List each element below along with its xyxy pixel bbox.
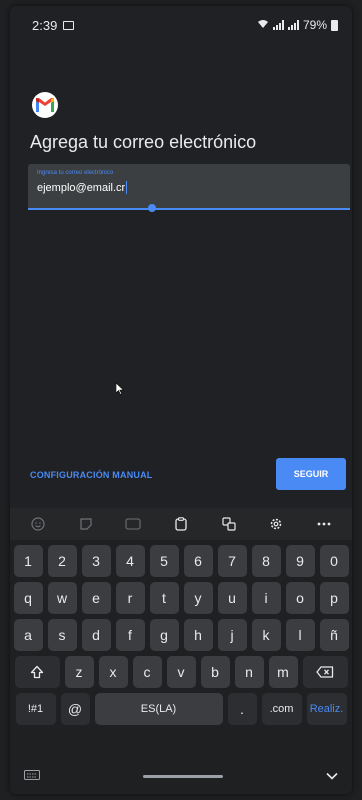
- wifi-icon: [257, 18, 269, 32]
- keyboard-row-numbers: 1 2 3 4 5 6 7 8 9 0: [10, 545, 352, 577]
- battery-icon: [331, 19, 338, 31]
- key[interactable]: b: [200, 656, 230, 688]
- key[interactable]: j: [217, 619, 247, 651]
- translate-icon[interactable]: [218, 513, 240, 535]
- hide-keyboard-chevron-down-icon[interactable]: [326, 767, 338, 785]
- key[interactable]: 0: [319, 545, 349, 577]
- cursor-handle[interactable]: [148, 204, 156, 212]
- key[interactable]: y: [183, 582, 213, 614]
- dotcom-key[interactable]: .com: [261, 693, 302, 725]
- backspace-icon: [316, 666, 334, 678]
- backspace-key[interactable]: [302, 656, 348, 688]
- keyboard-row-top: q w e r t y u i o p: [10, 582, 352, 614]
- key[interactable]: e: [81, 582, 111, 614]
- key[interactable]: o: [285, 582, 315, 614]
- symbols-key[interactable]: !#1: [15, 693, 56, 725]
- shift-key[interactable]: [14, 656, 60, 688]
- navigation-bar: [10, 758, 352, 794]
- key[interactable]: s: [47, 619, 77, 651]
- battery-percent: 79%: [302, 18, 327, 32]
- keyboard: 1 2 3 4 5 6 7 8 9 0 q w e r t y u i o p …: [10, 508, 352, 794]
- key[interactable]: f: [115, 619, 145, 651]
- key[interactable]: l: [285, 619, 315, 651]
- key[interactable]: 9: [285, 545, 315, 577]
- key[interactable]: i: [251, 582, 281, 614]
- home-indicator[interactable]: [143, 774, 223, 778]
- key[interactable]: p: [319, 582, 349, 614]
- status-bar: 2:39 79%: [10, 6, 352, 44]
- key[interactable]: t: [149, 582, 179, 614]
- key[interactable]: 7: [217, 545, 247, 577]
- period-key[interactable]: .: [227, 693, 257, 725]
- key[interactable]: 4: [115, 545, 145, 577]
- key[interactable]: h: [183, 619, 213, 651]
- text-cursor: [126, 181, 128, 194]
- keyboard-row-space: !#1 @ ES(LA) . .com Realiz.: [10, 693, 352, 725]
- gmail-logo: [32, 92, 58, 118]
- key[interactable]: q: [13, 582, 43, 614]
- manual-config-link[interactable]: CONFIGURACIÓN MANUAL: [30, 470, 153, 480]
- done-key[interactable]: Realiz.: [306, 693, 347, 725]
- shift-icon: [30, 665, 44, 679]
- key[interactable]: 2: [47, 545, 77, 577]
- key[interactable]: a: [13, 619, 43, 651]
- settings-gear-icon[interactable]: [265, 513, 287, 535]
- key[interactable]: v: [166, 656, 196, 688]
- key[interactable]: g: [149, 619, 179, 651]
- key[interactable]: ñ: [319, 619, 349, 651]
- keyboard-toolbar: [10, 508, 352, 540]
- key[interactable]: d: [81, 619, 111, 651]
- app-window: 2:39 79% Agrega tu correo electrónico In…: [10, 6, 352, 794]
- email-field-value: ejemplo@email.cr: [37, 181, 126, 194]
- emoji-icon[interactable]: [27, 513, 49, 535]
- key[interactable]: m: [268, 656, 298, 688]
- space-key[interactable]: ES(LA): [94, 693, 223, 725]
- key[interactable]: 6: [183, 545, 213, 577]
- key[interactable]: 8: [251, 545, 281, 577]
- mouse-pointer-icon: [115, 382, 125, 395]
- signal-icon: [272, 20, 284, 30]
- email-field-label: Ingresa tu correo electrónico: [37, 170, 114, 176]
- key[interactable]: 1: [13, 545, 43, 577]
- key[interactable]: n: [234, 656, 264, 688]
- page-title: Agrega tu correo electrónico: [30, 132, 257, 152]
- key[interactable]: r: [115, 582, 145, 614]
- sticker-icon[interactable]: [75, 513, 97, 535]
- image-notification-icon: [63, 20, 75, 30]
- gif-icon[interactable]: [122, 513, 144, 535]
- key[interactable]: 3: [81, 545, 111, 577]
- more-options-icon[interactable]: [313, 513, 335, 535]
- key[interactable]: k: [251, 619, 281, 651]
- key[interactable]: 5: [149, 545, 179, 577]
- signal-icon-2: [287, 20, 299, 30]
- keyboard-row-bottom: z x c v b n m: [10, 656, 352, 688]
- key[interactable]: z: [64, 656, 94, 688]
- key[interactable]: u: [217, 582, 247, 614]
- key[interactable]: c: [132, 656, 162, 688]
- next-button[interactable]: SEGUIR: [276, 458, 346, 490]
- status-time: 2:39: [32, 17, 58, 33]
- key[interactable]: x: [98, 656, 128, 688]
- keyboard-switch-icon[interactable]: [24, 767, 40, 785]
- keyboard-row-mid: a s d f g h j k l ñ: [10, 619, 352, 651]
- at-key[interactable]: @: [60, 693, 90, 725]
- key[interactable]: w: [47, 582, 77, 614]
- email-field[interactable]: Ingresa tu correo electrónico ejemplo@em…: [28, 164, 350, 212]
- clipboard-icon[interactable]: [170, 513, 192, 535]
